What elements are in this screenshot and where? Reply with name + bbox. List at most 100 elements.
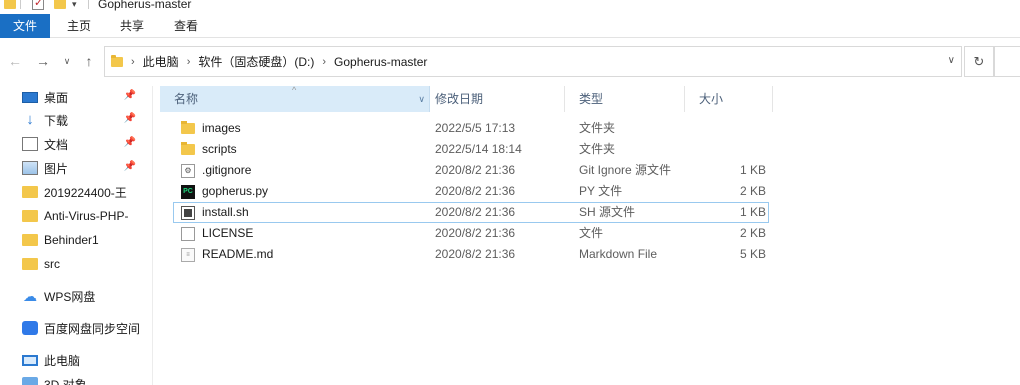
folder-icon <box>22 258 38 270</box>
properties-check-icon[interactable] <box>32 0 44 11</box>
pictures-icon <box>22 161 38 175</box>
file-row-scripts[interactable]: scripts 2022/5/14 18:14 文件夹 <box>174 139 770 160</box>
column-header-label: 修改日期 <box>435 92 484 106</box>
sidebar-item-pictures[interactable]: 图片 📌 <box>22 158 140 178</box>
sidebar-item-label: Behinder1 <box>44 233 99 247</box>
pin-icon: 📌 <box>123 161 136 172</box>
column-header-type[interactable]: 类型 <box>565 86 685 112</box>
sidebar-item-documents[interactable]: 文档 📌 <box>22 134 140 154</box>
recent-locations-button[interactable]: ∨ <box>58 52 76 70</box>
title-bar: ▾ Gopherus-master <box>0 0 1020 14</box>
back-button[interactable]: ← <box>6 52 24 70</box>
document-icon <box>22 137 38 151</box>
file-size: 1 KB <box>739 163 766 177</box>
sidebar-item-wps-cloud[interactable]: ☁ WPS网盘 <box>22 286 140 306</box>
folder-icon <box>4 0 16 11</box>
column-headers: 名称 ^ ∨ 修改日期 类型 大小 <box>160 85 773 112</box>
baidu-icon <box>22 321 38 335</box>
shell-file-icon <box>181 205 195 220</box>
markdown-file-icon: ≡ <box>181 247 195 262</box>
navigation-bar: ← → ∨ ↑ › 此电脑 › 软件（固态硬盘）(D:) › Gopherus-… <box>0 38 1020 86</box>
file-row-images[interactable]: images 2022/5/5 17:13 文件夹 <box>174 118 770 139</box>
folder-icon <box>22 186 38 198</box>
file-size: 1 KB <box>739 205 766 219</box>
breadcrumb-this-pc[interactable]: 此电脑 <box>143 53 179 70</box>
breadcrumb-separator[interactable]: › <box>322 56 326 68</box>
ribbon-tabs: 文件 主页 共享 查看 <box>0 14 1020 38</box>
folder-icon <box>22 234 38 246</box>
file-row-gitignore[interactable]: ⚙ .gitignore 2020/8/2 21:36 Git Ignore 源文… <box>174 160 770 181</box>
file-name: images <box>202 121 241 135</box>
navigation-pane: 桌面 📌 ↓ 下载 📌 文档 📌 图片 📌 2019224400-王 Anti-… <box>0 86 152 385</box>
column-header-modified[interactable]: 修改日期 <box>421 86 565 112</box>
breadcrumb-gopherus-master[interactable]: Gopherus-master <box>334 55 427 69</box>
column-header-name[interactable]: 名称 ^ ∨ <box>160 85 430 112</box>
folder-icon <box>22 210 38 222</box>
sidebar-item-desktop[interactable]: 桌面 📌 <box>22 87 140 107</box>
cloud-icon: ☁ <box>23 288 37 304</box>
tab-view[interactable]: 查看 <box>160 14 212 38</box>
sidebar-item-folder-src[interactable]: src <box>22 254 140 274</box>
sidebar-item-label: 百度网盘同步空间 <box>44 321 140 336</box>
file-row-readme-md[interactable]: ≡ README.md 2020/8/2 21:36 Markdown File … <box>174 244 770 265</box>
file-row-install-sh[interactable]: install.sh 2020/8/2 21:36 SH 源文件 1 KB <box>173 202 769 223</box>
file-list: 名称 ^ ∨ 修改日期 类型 大小 images 2022/5/5 17:13 … <box>160 85 1020 385</box>
sort-ascending-icon: ^ <box>292 85 297 95</box>
sidebar-item-baidu-sync[interactable]: 百度网盘同步空间 <box>22 318 140 338</box>
desktop-icon <box>22 91 38 103</box>
separator <box>88 0 89 11</box>
file-type: PY 文件 <box>579 184 623 198</box>
file-size: 2 KB <box>739 184 766 198</box>
folder-icon <box>181 121 195 134</box>
column-header-size[interactable]: 大小 <box>685 86 773 112</box>
sidebar-item-folder-2019224400[interactable]: 2019224400-王 <box>22 182 140 202</box>
separator <box>20 0 21 11</box>
up-button[interactable]: ↑ <box>80 52 98 70</box>
tab-share[interactable]: 共享 <box>106 14 158 38</box>
window-title: Gopherus-master <box>98 0 192 11</box>
file-row-license[interactable]: LICENSE 2020/8/2 21:36 文件 2 KB <box>174 223 770 244</box>
file-modified: 2020/8/2 21:36 <box>435 226 516 240</box>
breadcrumb: › 此电脑 › 软件（固态硬盘）(D:) › Gopherus-master <box>111 47 433 76</box>
file-type: 文件夹 <box>579 121 616 135</box>
column-header-label: 大小 <box>699 92 724 106</box>
pane-divider[interactable] <box>152 86 153 385</box>
address-dropdown-button[interactable]: ∨ <box>948 55 955 66</box>
forward-button[interactable]: → <box>34 52 52 70</box>
sidebar-item-label: WPS网盘 <box>44 289 96 304</box>
folder-icon <box>181 142 195 155</box>
file-size: 2 KB <box>739 226 766 240</box>
quick-access-dropdown-icon[interactable]: ▾ <box>72 0 77 11</box>
sidebar-item-label: 下载 <box>44 113 69 128</box>
file-type: SH 源文件 <box>579 205 636 219</box>
sidebar-item-label: 3D 对象 <box>44 377 87 385</box>
breadcrumb-drive-d[interactable]: 软件（固态硬盘）(D:) <box>198 53 314 70</box>
file-type: 文件夹 <box>579 142 616 156</box>
address-bar[interactable]: › 此电脑 › 软件（固态硬盘）(D:) › Gopherus-master ∨ <box>104 46 962 77</box>
sidebar-item-downloads[interactable]: ↓ 下载 📌 <box>22 110 140 130</box>
file-modified: 2020/8/2 21:36 <box>435 247 516 261</box>
file-type: Markdown File <box>579 247 658 261</box>
breadcrumb-separator[interactable]: › <box>131 56 135 68</box>
sidebar-item-folder-behinder1[interactable]: Behinder1 <box>22 230 140 250</box>
sidebar-item-3d-objects[interactable]: 3D 对象 <box>22 374 140 385</box>
file-modified: 2022/5/14 18:14 <box>435 142 522 156</box>
sidebar-item-folder-anti-virus[interactable]: Anti-Virus-PHP- <box>22 206 140 226</box>
tab-home[interactable]: 主页 <box>54 14 104 38</box>
file-row-gopherus-py[interactable]: PC gopherus.py 2020/8/2 21:36 PY 文件 2 KB <box>174 181 770 202</box>
refresh-button[interactable]: ↻ <box>964 46 994 77</box>
breadcrumb-separator[interactable]: › <box>187 56 191 68</box>
sidebar-item-this-pc[interactable]: 此电脑 <box>22 350 140 370</box>
tab-file[interactable]: 文件 <box>0 14 50 38</box>
sidebar-item-label: Anti-Virus-PHP- <box>44 209 129 223</box>
file-size: 5 KB <box>739 247 766 261</box>
file-modified: 2020/8/2 21:36 <box>435 205 516 219</box>
sidebar-item-label: 2019224400-王 <box>44 185 127 200</box>
pin-icon: 📌 <box>123 137 136 148</box>
download-icon: ↓ <box>26 111 34 128</box>
column-header-label: 类型 <box>579 92 604 106</box>
file-name: .gitignore <box>202 163 252 177</box>
new-folder-icon[interactable] <box>54 0 66 11</box>
search-box[interactable] <box>994 46 1020 77</box>
sidebar-item-label: 图片 <box>44 161 69 176</box>
